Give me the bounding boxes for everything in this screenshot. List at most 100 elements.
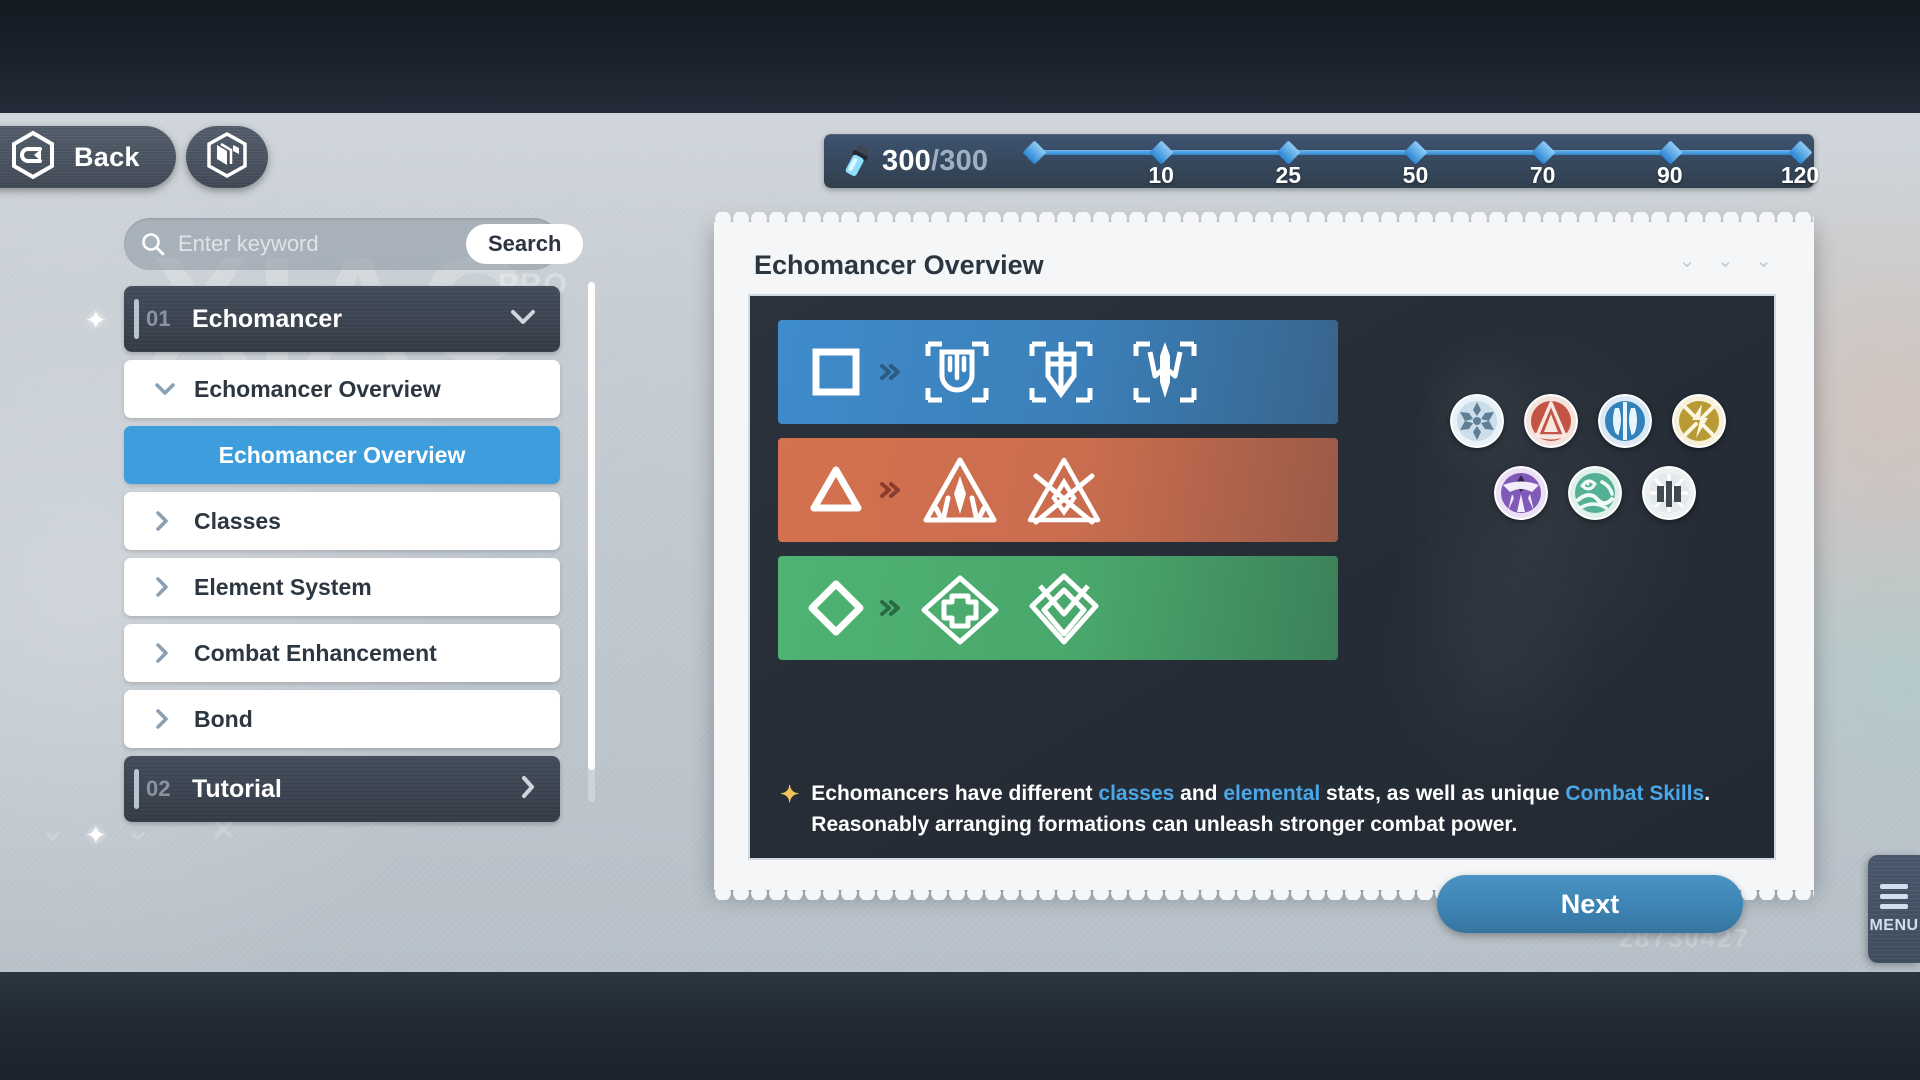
card-scallop-top	[714, 212, 1814, 226]
sparkle-decoration: ✦	[85, 820, 107, 850]
milestone-track: 10 25 50 70 90 120	[1022, 134, 1819, 188]
milestone-node[interactable]	[1788, 140, 1813, 165]
top-left-controls: Back	[0, 126, 268, 188]
milestone-node[interactable]	[1531, 140, 1556, 165]
hex-codex-book-icon	[203, 131, 251, 184]
sparkle-icon: ✦	[780, 781, 800, 808]
search-input[interactable]	[178, 231, 466, 257]
chevron-right-icon	[154, 510, 184, 532]
energy-value: 300/300	[882, 144, 989, 177]
sidebar-item-bond[interactable]: Bond	[124, 690, 560, 748]
chevron-right-icon	[154, 642, 184, 664]
trident-icon	[1122, 336, 1218, 408]
milestone-label: 25	[1275, 162, 1302, 188]
chapter-number: 01	[146, 306, 171, 331]
physical-element-icon[interactable]	[1642, 466, 1696, 520]
energy-milestone-bar: 300/300 10 25 50 70 90 120	[824, 134, 1819, 188]
background-top-band	[0, 0, 1920, 113]
sparkle-decoration: ✦	[85, 305, 107, 335]
chevron-down-icon	[154, 382, 184, 396]
double-chevron-right-icon	[868, 597, 914, 619]
milestone-node[interactable]	[1149, 140, 1174, 165]
codex-button[interactable]	[185, 126, 268, 188]
sidebar-scrollbar-thumb[interactable]	[588, 282, 595, 770]
overview-illustration: ✦ Echomancers have different classes and…	[748, 294, 1776, 860]
sidebar-chapter-tutorial[interactable]: 02 Tutorial	[124, 756, 560, 822]
chevron-down-icon	[510, 309, 536, 330]
class-row-support	[778, 556, 1338, 660]
crossed-blades-icon	[1018, 454, 1114, 526]
hex-back-arrow-icon	[8, 130, 58, 185]
wind-element-icon[interactable]	[1568, 466, 1622, 520]
milestone-label: 120	[1780, 162, 1820, 188]
card-decoration: ⌄ ⌄ ⌄	[1678, 250, 1780, 272]
class-row-attack	[778, 438, 1338, 542]
catalog-sidebar: Search 01 Echomancer Echomancer Overview…	[124, 218, 584, 822]
chapter-number: 02	[146, 776, 171, 801]
sidebar-item-label: Bond	[194, 705, 253, 732]
fire-element-icon[interactable]	[1524, 394, 1578, 448]
triangle-icon	[804, 458, 868, 522]
diamond-icon	[804, 576, 868, 640]
next-button[interactable]: Next	[1437, 875, 1743, 933]
arrow-burst-icon	[914, 454, 1010, 526]
water-element-icon[interactable]	[1598, 394, 1652, 448]
element-emblem-grid	[1450, 394, 1766, 520]
milestone-node[interactable]	[1276, 140, 1301, 165]
element-row	[1494, 466, 1766, 520]
chevron-right-icon	[154, 576, 184, 598]
energy-counter: 300/300	[824, 138, 1034, 184]
shield-sword-icon	[1018, 336, 1114, 408]
classes-link[interactable]: classes	[1098, 782, 1174, 805]
sidebar-item-label: Classes	[194, 507, 281, 534]
sidebar-item-element-system[interactable]: Element System	[124, 558, 560, 616]
search-bar[interactable]: Search	[124, 218, 584, 270]
sidebar-list: 01 Echomancer Echomancer Overview Echoma…	[124, 286, 564, 822]
sidebar-item-classes[interactable]: Classes	[124, 492, 560, 550]
void-element-icon[interactable]	[1494, 466, 1548, 520]
back-button[interactable]: Back	[0, 126, 176, 188]
milestone-node[interactable]	[1658, 140, 1683, 165]
milestone-label: 90	[1656, 162, 1683, 188]
description-text: Echomancers have different classes and e…	[811, 782, 1711, 836]
lightning-element-icon[interactable]	[1672, 394, 1726, 448]
character-silhouette	[1330, 306, 1660, 826]
combat-skills-link[interactable]: Combat Skills	[1565, 782, 1704, 805]
sidebar-item-combat-enhancement[interactable]: Combat Enhancement	[124, 624, 560, 682]
class-row-defense	[778, 320, 1338, 424]
sidebar-item-label: Combat Enhancement	[194, 639, 437, 666]
ice-element-icon[interactable]	[1450, 394, 1504, 448]
cross-diamond-icon	[914, 572, 1010, 645]
chevron-right-icon	[154, 708, 184, 730]
interlocked-diamond-icon	[1018, 572, 1114, 645]
sidebar-item-label: Element System	[194, 573, 372, 600]
overview-card: Echomancer Overview ⌄ ⌄ ⌄ ✦ Echomancers …	[714, 212, 1814, 900]
sidebar-item-echomancer-overview-group[interactable]: Echomancer Overview	[124, 360, 560, 418]
sidebar-chapter-echomancer[interactable]: 01 Echomancer	[124, 286, 560, 352]
energy-vial-icon	[834, 138, 880, 184]
search-button[interactable]: Search	[466, 224, 584, 264]
background-bottom-band	[0, 972, 1920, 1080]
sidebar-item-label: Echomancer Overview	[194, 375, 441, 402]
double-chevron-right-icon	[868, 361, 914, 383]
milestone-label: 10	[1148, 162, 1174, 188]
element-row	[1450, 394, 1766, 448]
shield-guardian-icon	[914, 336, 1010, 408]
overview-description: ✦ Echomancers have different classes and…	[780, 779, 1740, 840]
chevron-right-icon	[520, 774, 536, 805]
page-title: Echomancer Overview	[754, 250, 1044, 280]
double-chevron-right-icon	[868, 479, 914, 501]
hamburger-menu-icon	[1880, 883, 1908, 909]
chapter-title: Tutorial	[192, 774, 282, 803]
menu-button[interactable]: MENU	[1868, 855, 1920, 963]
milestone-node[interactable]	[1403, 140, 1428, 165]
elemental-link[interactable]: elemental	[1223, 782, 1320, 805]
square-icon	[804, 340, 868, 404]
sidebar-scrollbar[interactable]	[588, 282, 595, 802]
milestone-label: 70	[1529, 162, 1556, 188]
menu-button-label: MENU	[1869, 916, 1919, 934]
sidebar-item-echomancer-overview-selected[interactable]: Echomancer Overview	[124, 426, 560, 484]
game-screen: XIAO PRO ⌄ ⌄ ✕ 28730427 Back	[0, 0, 1920, 1080]
back-button-label: Back	[74, 141, 140, 172]
search-icon	[140, 231, 166, 257]
